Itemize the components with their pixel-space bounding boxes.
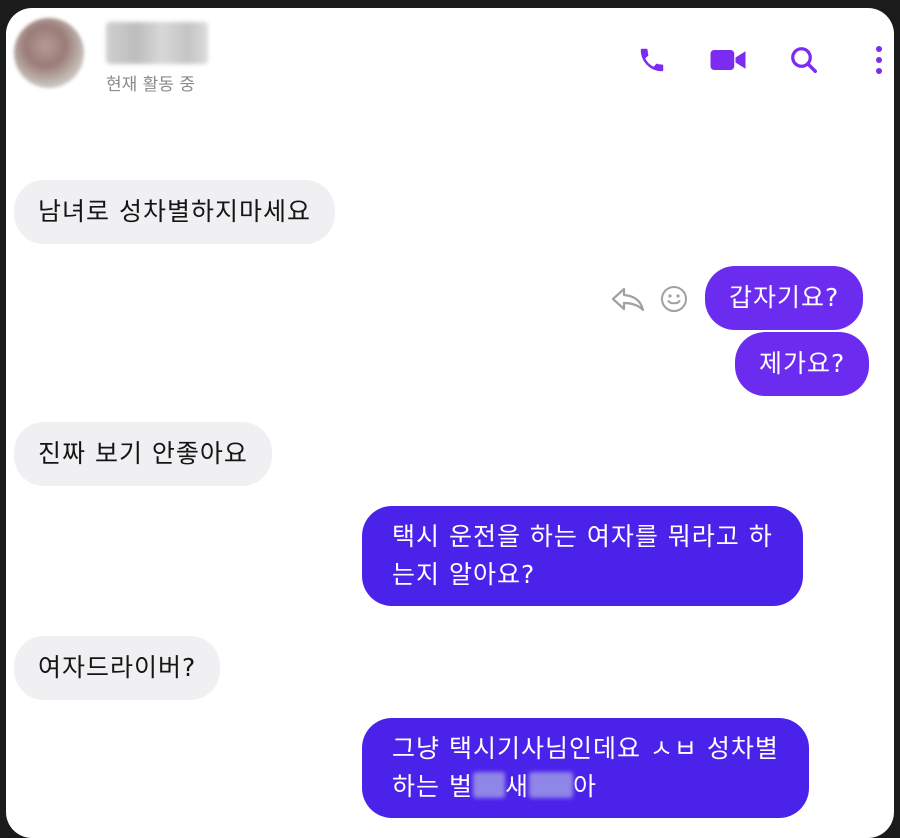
message-line: 하는 벌 새 아 [392,768,779,806]
message-incoming: 진짜 보기 안좋아요 [14,422,272,486]
video-icon[interactable] [708,40,748,80]
censor-blur [472,772,505,798]
search-icon[interactable] [784,40,824,80]
contact-name-redacted[interactable] [106,22,208,64]
avatar[interactable] [14,18,84,88]
message-outgoing: 그냥 택시기사님인데요 ㅅㅂ 성차별 하는 벌 새 아 [362,718,809,818]
message-line: 택시 운전을 하는 여자를 뭐라고 하 [392,522,773,551]
message-incoming: 남녀로 성차별하지마세요 [14,180,335,244]
message-text: 하는 벌 [392,772,473,801]
message-outgoing: 택시 운전을 하는 여자를 뭐라고 하 는지 알아요? [362,506,803,606]
more-icon[interactable] [864,40,894,80]
phone-icon[interactable] [632,40,672,80]
reply-icon[interactable] [610,286,646,316]
active-status: 현재 활동 중 [106,75,196,95]
message-line: 는지 알아요? [392,560,536,589]
message-text: 아 [572,772,597,801]
chat-window: 현재 활동 중 남녀로 성차별하지마세요 갑자기요? 제가요? 진짜 보기 안좋… [6,8,894,838]
message-text: 새 [504,772,529,801]
message-outgoing: 갑자기요? [705,266,864,330]
message-outgoing: 제가요? [735,332,870,396]
message-incoming: 여자드라이버? [14,636,221,700]
emoji-reaction-icon[interactable] [659,284,689,318]
message-line: 그냥 택시기사님인데요 ㅅㅂ 성차별 [392,734,779,763]
censor-blur [528,772,573,798]
